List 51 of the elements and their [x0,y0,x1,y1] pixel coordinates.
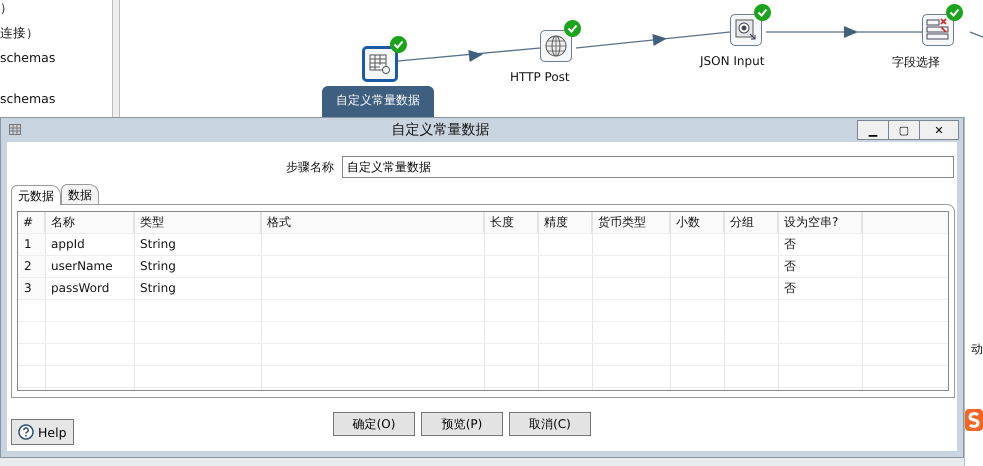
minimize-button[interactable]: ▁ [857,120,889,140]
column-header[interactable]: 小数 [671,212,725,233]
help-button[interactable]: Help [11,419,74,445]
column-header[interactable]: 精度 [539,212,593,233]
column-header[interactable]: 分组 [725,212,779,233]
table-cell: appId [46,234,135,255]
tree-item[interactable]: ） [0,0,112,16]
table-cell: 否 [779,256,863,277]
table-gear-icon [368,52,392,76]
column-header[interactable]: 名称 [46,212,135,233]
table-cell: 否 [779,278,863,299]
close-button[interactable]: ✕ [919,120,959,140]
table-cell: String [135,234,262,255]
window-title: 自定义常量数据 [390,121,490,139]
column-header[interactable]: 设为空串? [779,212,863,233]
dialog-button[interactable]: 预览(P) [421,412,503,436]
step-name-field[interactable]: 自定义常量数据 [342,156,954,178]
help-icon [18,424,34,440]
table-cell: String [135,278,262,299]
row-number: 3 [18,278,46,299]
table-cell: userName [46,256,135,277]
field-label: 步骤名称 [286,158,334,176]
table-cell: 否 [779,234,863,255]
step-label: JSON Input [700,54,764,68]
row-number: 1 [18,234,46,255]
step-node[interactable] [922,14,954,46]
step-label: HTTP Post [510,70,570,84]
tree-item[interactable]: schemas [0,50,112,66]
globe-icon [544,34,568,58]
dialog-button[interactable]: 确定(O) [333,412,415,436]
step-node[interactable] [362,46,398,82]
dialog-button[interactable]: 取消(C) [509,412,591,436]
tab[interactable]: 数据 [61,184,99,204]
step-label: 字段选择 [892,54,940,71]
json-input-icon [734,18,758,42]
column-header[interactable]: 货币类型 [593,212,671,233]
tree-item[interactable]: 连接） [0,25,112,41]
tree-item[interactable]: schemas [0,91,112,107]
column-header[interactable]: 类型 [135,212,262,233]
panel-text: 动 [971,341,983,358]
tab[interactable]: 元数据 [11,185,61,205]
table-icon [9,124,23,136]
maximize-button[interactable]: ▢ [888,120,920,140]
row-number: 2 [18,256,46,277]
column-header[interactable]: 格式 [262,212,485,233]
step-node[interactable] [730,14,762,46]
table-cell: String [135,256,262,277]
step-node[interactable] [540,30,572,62]
column-header[interactable]: 长度 [485,212,539,233]
table-cell: passWord [46,278,135,299]
step-label: 自定义常量数据 [322,86,434,117]
